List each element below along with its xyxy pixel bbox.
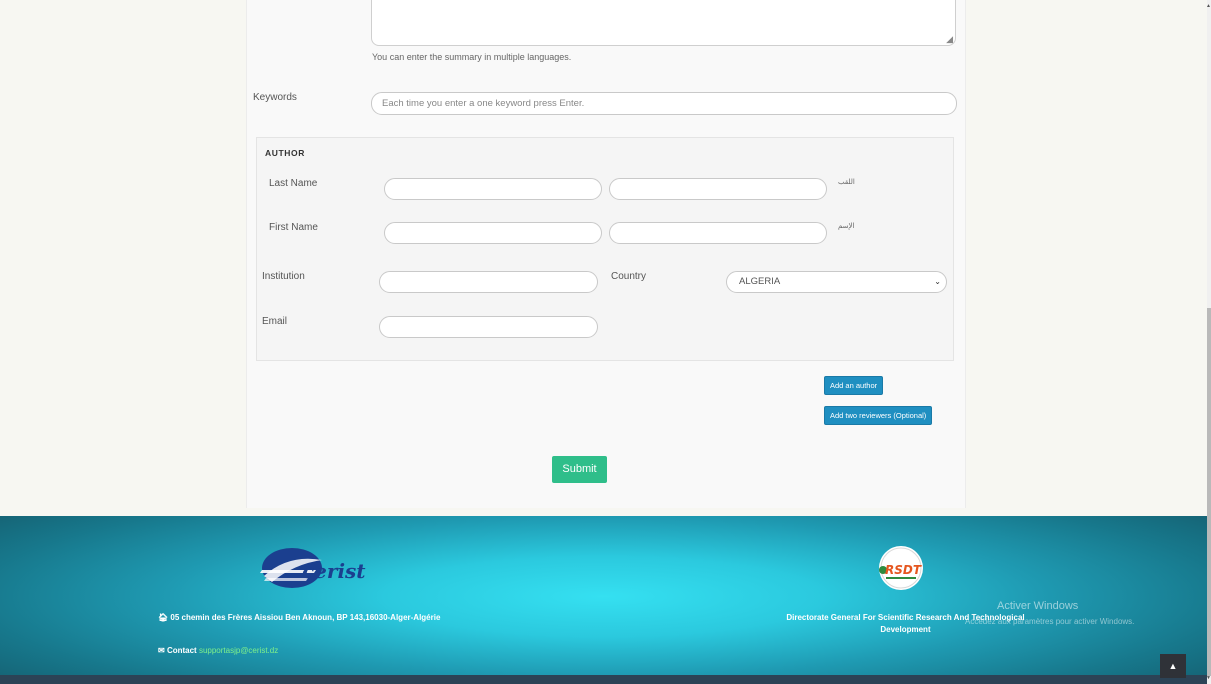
cerist-logo-text: cerist bbox=[302, 559, 366, 583]
chevron-down-icon: ⌄ bbox=[934, 277, 941, 286]
email-label: Email bbox=[262, 316, 288, 327]
first-name-label: First Name bbox=[269, 222, 318, 233]
scroll-up-arrow-icon[interactable]: ▲ bbox=[1206, 3, 1211, 9]
windows-activation-subtitle: Accédez aux paramètres pour activer Wind… bbox=[965, 617, 1135, 626]
summary-help-text: You can enter the summary in multiple la… bbox=[372, 52, 572, 62]
footer-contact-email-link[interactable]: supportasjp@cerist.dz bbox=[199, 646, 278, 655]
windows-activation-title: Activer Windows bbox=[997, 600, 1079, 612]
first-name-input[interactable] bbox=[384, 222, 602, 244]
footer-bottom-bar bbox=[0, 675, 1207, 684]
email-input[interactable] bbox=[379, 316, 598, 338]
add-author-button[interactable]: Add an author bbox=[824, 376, 884, 395]
add-reviewers-button[interactable]: Add two reviewers (Optional) bbox=[824, 406, 933, 425]
envelope-icon: ✉ bbox=[158, 646, 165, 655]
rsdt-logo[interactable]: RSDT bbox=[872, 545, 930, 591]
summary-textarea[interactable]: ◢ bbox=[371, 0, 956, 46]
author-section bbox=[256, 137, 954, 361]
scroll-to-top-button[interactable]: ▲ bbox=[1160, 654, 1186, 678]
submit-button[interactable]: Submit bbox=[552, 456, 607, 483]
home-icon: 🏠︎ bbox=[158, 613, 169, 622]
last-name-ar-label: اللقب bbox=[838, 178, 855, 186]
first-name-ar-input[interactable] bbox=[609, 222, 827, 244]
country-label: Country bbox=[611, 271, 647, 282]
keywords-label: Keywords bbox=[253, 92, 297, 103]
resize-grip-icon[interactable]: ◢ bbox=[946, 35, 953, 44]
arrow-up-icon: ▲ bbox=[1168, 661, 1178, 671]
page-scrollbar-thumb[interactable] bbox=[1207, 308, 1211, 676]
last-name-input[interactable] bbox=[384, 178, 602, 200]
last-name-ar-input[interactable] bbox=[609, 178, 827, 200]
scroll-down-arrow-icon[interactable]: ▼ bbox=[1206, 675, 1211, 681]
institution-label: Institution bbox=[262, 271, 305, 282]
footer-contact-label: Contact bbox=[166, 646, 197, 655]
footer-contact: ✉ Contact supportasjp@cerist.dz bbox=[158, 646, 278, 655]
country-selected-value: ALGERIA bbox=[739, 276, 781, 287]
first-name-ar-label: الإسم bbox=[838, 222, 855, 230]
cerist-logo[interactable]: cerist bbox=[258, 546, 376, 592]
country-select[interactable]: ALGERIA ⌄ bbox=[726, 271, 947, 293]
footer-address-text: 05 chemin des Frères Aissiou Ben Aknoun,… bbox=[170, 613, 441, 622]
keywords-input[interactable] bbox=[371, 92, 957, 115]
footer-address: 🏠︎ 05 chemin des Frères Aissiou Ben Akno… bbox=[158, 612, 478, 624]
rsdt-logo-text: RSDT bbox=[885, 563, 922, 577]
institution-input[interactable] bbox=[379, 271, 598, 293]
author-section-title: AUTHOR bbox=[265, 148, 305, 158]
last-name-label: Last Name bbox=[269, 178, 318, 189]
